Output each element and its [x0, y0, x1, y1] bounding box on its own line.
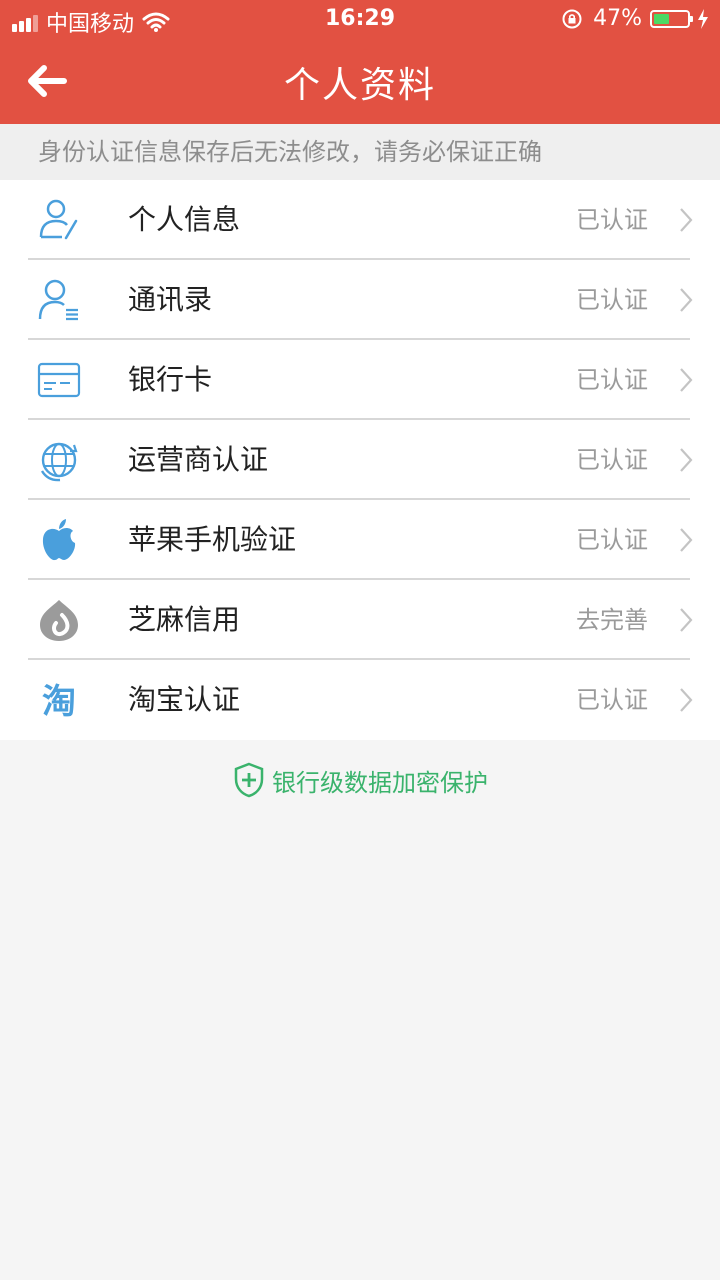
security-note: 银行级数据加密保护	[0, 762, 720, 798]
item-status: 去完善	[576, 606, 648, 634]
apple-icon	[42, 519, 76, 561]
person-edit-icon	[39, 199, 78, 240]
charging-bolt-icon	[698, 8, 708, 29]
battery-percent: 47%	[593, 6, 642, 31]
chevron-right-icon	[680, 608, 693, 632]
chevron-right-icon	[680, 208, 693, 232]
item-status: 已认证	[576, 686, 648, 714]
battery-icon	[650, 9, 693, 28]
item-status: 已认证	[576, 366, 648, 394]
chevron-right-icon	[680, 688, 693, 712]
svg-text:淘: 淘	[42, 682, 76, 722]
chevron-right-icon	[680, 448, 693, 472]
taobao-icon: 淘	[42, 682, 76, 722]
item-label: 淘宝认证	[128, 683, 241, 716]
chevron-right-icon	[680, 288, 693, 312]
list-item-contacts[interactable]: 通讯录 已认证	[0, 260, 720, 340]
item-label: 个人信息	[128, 203, 241, 236]
shield-plus-icon	[234, 762, 264, 798]
list-item-personal-info[interactable]: 个人信息 已认证	[0, 180, 720, 260]
page-title: 个人资料	[283, 65, 436, 106]
contacts-icon	[38, 279, 78, 321]
item-status: 已认证	[576, 526, 648, 554]
list-item-taobao[interactable]: 淘 淘宝认证 已认证	[0, 660, 720, 740]
list-item-carrier-verification[interactable]: 运营商认证 已认证	[0, 420, 720, 500]
item-label: 运营商认证	[128, 443, 269, 476]
security-note-text: 银行级数据加密保护	[272, 768, 488, 797]
item-status: 已认证	[576, 206, 648, 234]
verification-list: 个人信息 已认证 通讯录 已认证 银行卡 已认证 运营商认证 已认证 苹果手机验…	[0, 180, 720, 740]
chevron-right-icon	[680, 368, 693, 392]
item-label: 芝麻信用	[128, 603, 241, 636]
item-status: 已认证	[576, 446, 648, 474]
globe-refresh-icon	[40, 442, 78, 482]
list-item-apple-verification[interactable]: 苹果手机验证 已认证	[0, 500, 720, 580]
chevron-right-icon	[680, 528, 693, 552]
sesame-credit-icon	[40, 600, 78, 641]
item-label: 苹果手机验证	[128, 523, 297, 556]
bank-card-icon	[37, 362, 81, 398]
nav-bar: 个人资料	[0, 40, 720, 124]
list-item-sesame-credit[interactable]: 芝麻信用 去完善	[0, 580, 720, 660]
header: 中国移动 16:29 47% 个人资料	[0, 0, 720, 124]
item-status: 已认证	[576, 286, 648, 314]
notice-banner: 身份认证信息保存后无法修改，请务必保证正确	[0, 124, 720, 180]
item-label: 通讯录	[128, 283, 213, 316]
rotation-lock-icon	[562, 9, 582, 28]
status-bar: 中国移动 16:29 47%	[0, 0, 720, 40]
item-label: 银行卡	[128, 363, 213, 396]
list-item-bank-card[interactable]: 银行卡 已认证	[0, 340, 720, 420]
